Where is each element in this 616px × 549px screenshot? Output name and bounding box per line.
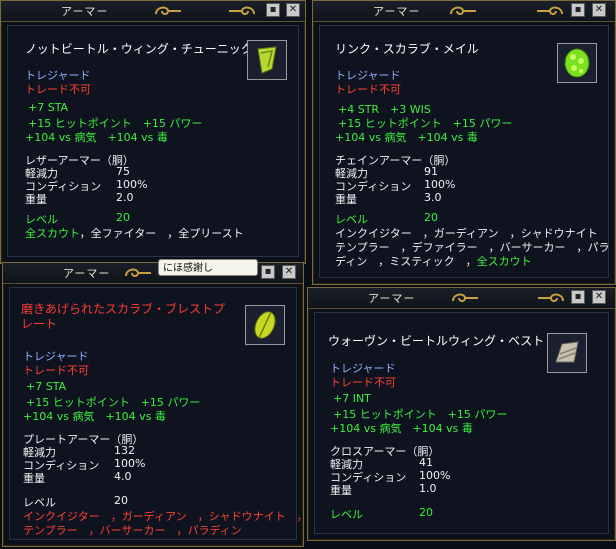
window-title: アーマー xyxy=(368,292,416,305)
weight-label: 重量 xyxy=(23,472,45,485)
class-scouts: 全スカウト xyxy=(476,255,532,268)
tooltip: にほ感謝し xyxy=(158,259,258,276)
condition-value: 100% xyxy=(116,178,148,191)
window-titlebar[interactable]: アーマー ▪ ✕ xyxy=(3,263,303,284)
swirl-ornament-icon xyxy=(538,293,564,302)
minimize-button[interactable]: ▪ xyxy=(266,3,280,17)
window-title: アーマー xyxy=(61,5,109,18)
weight-label: 重量 xyxy=(335,193,357,206)
scarab-mail-icon xyxy=(564,48,590,78)
minimize-button[interactable]: ▪ xyxy=(261,265,275,279)
stat-line: +104 vs 病気 +104 vs 毒 xyxy=(330,422,473,435)
item-icon[interactable] xyxy=(247,40,287,80)
window-title: アーマー xyxy=(373,5,421,18)
window-titlebar[interactable]: アーマー ▪ ✕ xyxy=(308,288,615,309)
close-button[interactable]: ✕ xyxy=(592,290,606,304)
weight-value: 2.0 xyxy=(116,191,134,204)
swirl-ornament-icon xyxy=(452,293,478,302)
mitigation-value: 75 xyxy=(116,165,130,178)
item-info-panel: 磨きあげられたスカラブ・ブレストプレート トレジャード トレード不可 +7 ST… xyxy=(9,287,308,540)
minimize-button[interactable]: ▪ xyxy=(571,290,585,304)
swirl-ornament-icon xyxy=(229,6,255,15)
class-others: ディン ，ミスティック ， xyxy=(335,255,477,268)
swirl-ornament-icon xyxy=(155,6,181,15)
class-list: 全スカウト，全ファイター ，全プリースト xyxy=(25,225,244,241)
weight-value: 3.0 xyxy=(424,191,442,204)
mitigation-value: 91 xyxy=(424,165,438,178)
stat-line: +104 vs 病気 +104 vs 毒 xyxy=(335,131,478,144)
level-value: 20 xyxy=(419,506,433,519)
armor-window-1: アーマー ▪ ✕ ノットビートル・ウィング・チューニック トレジャード トレード… xyxy=(0,0,306,264)
item-name: ノットビートル・ウィング・チューニック xyxy=(25,42,253,56)
item-icon[interactable] xyxy=(547,333,587,373)
level-label: レベル xyxy=(330,508,363,521)
mitigation-value: 132 xyxy=(114,444,135,457)
weight-value: 1.0 xyxy=(419,482,437,495)
swirl-ornament-icon xyxy=(537,6,563,15)
class-list-line: テンプラー ，バーサーカー ，パラディン xyxy=(23,524,242,537)
item-name: リンク・スカラブ・メイル xyxy=(335,42,479,56)
no-trade-label: トレード不可 xyxy=(335,83,401,96)
level-value: 20 xyxy=(114,494,128,507)
level-value: 20 xyxy=(116,211,130,224)
close-button[interactable]: ✕ xyxy=(592,3,606,17)
swirl-ornament-icon xyxy=(450,6,476,15)
no-trade-label: トレード不可 xyxy=(330,376,396,389)
condition-value: 100% xyxy=(114,457,146,470)
armor-window-3: アーマー ▪ ✕ 磨きあげられたスカラブ・ブレストプレート トレジャード トレー… xyxy=(2,262,308,547)
no-trade-label: トレード不可 xyxy=(25,83,91,96)
item-name: ウォーヴン・ビートルウィング・ベスト xyxy=(328,334,545,348)
window-titlebar[interactable]: アーマー ▪ ✕ xyxy=(313,1,615,22)
item-icon[interactable] xyxy=(245,305,285,345)
stat-line: +7 STA xyxy=(28,101,69,114)
weight-label: 重量 xyxy=(25,193,47,206)
mitigation-value: 41 xyxy=(419,456,433,469)
item-name: 磨きあげられたスカラブ・ブレストプレート xyxy=(21,302,226,331)
class-scouts: 全スカウト xyxy=(25,227,80,240)
no-trade-label: トレード不可 xyxy=(23,364,89,377)
condition-value: 100% xyxy=(419,469,451,482)
level-value: 20 xyxy=(424,211,438,224)
weight-label: 重量 xyxy=(330,484,352,497)
window-titlebar[interactable]: アーマー ▪ ✕ xyxy=(1,1,305,22)
stat-line: +7 STA xyxy=(26,380,67,393)
beetle-wing-tunic-icon xyxy=(257,46,277,74)
scarab-breastplate-icon xyxy=(254,311,276,339)
close-button[interactable]: ✕ xyxy=(286,3,300,17)
window-title: アーマー xyxy=(63,267,111,280)
swirl-ornament-icon xyxy=(125,268,151,277)
class-others: ，全ファイター ，全プリースト xyxy=(79,227,244,240)
weight-value: 4.0 xyxy=(114,470,132,483)
item-icon[interactable] xyxy=(557,43,597,83)
minimize-button[interactable]: ▪ xyxy=(571,3,585,17)
armor-window-2: アーマー ▪ ✕ リンク・スカラブ・メイル トレジャード トレード不可 +4 S… xyxy=(312,0,616,285)
class-list-line: ディン ，ミスティック ，全スカウト xyxy=(335,253,532,269)
woven-vest-icon xyxy=(555,341,579,363)
item-info-panel: リンク・スカラブ・メイル トレジャード トレード不可 +4 STR +3 WIS… xyxy=(319,25,609,278)
item-info-panel: ノットビートル・ウィング・チューニック トレジャード トレード不可 +7 STA… xyxy=(7,25,299,257)
stat-line: +7 INT xyxy=(333,392,371,405)
item-info-panel: ウォーヴン・ビートルウィング・ベスト トレジャード トレード不可 +7 INT … xyxy=(314,312,609,534)
stat-line: +104 vs 病気 +104 vs 毒 xyxy=(23,410,166,423)
close-button[interactable]: ✕ xyxy=(282,265,296,279)
condition-value: 100% xyxy=(424,178,456,191)
armor-window-4: アーマー ▪ ✕ ウォーヴン・ビートルウィング・ベスト トレジャード トレード不… xyxy=(307,287,616,541)
stat-line: +104 vs 病気 +104 vs 毒 xyxy=(25,131,168,144)
